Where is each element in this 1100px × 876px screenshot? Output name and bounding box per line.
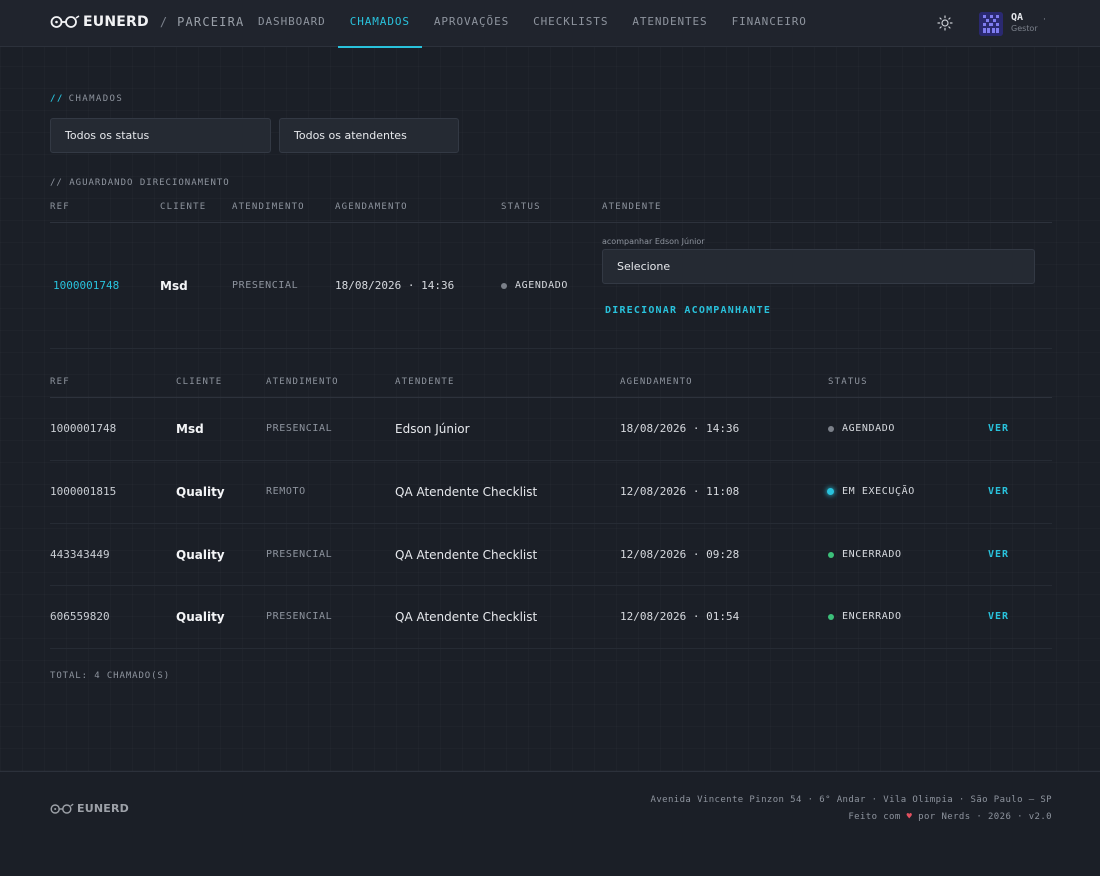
row-cliente: Quality <box>176 610 225 624</box>
col-atendimento: ATENDIMENTO <box>266 377 339 387</box>
row-status-text: ENCERRADO <box>842 549 902 560</box>
row-atendente: QA Atendente Checklist <box>395 485 538 499</box>
row-atendente: QA Atendente Checklist <box>395 548 538 562</box>
brand-subtitle: PARCEIRA <box>177 15 245 29</box>
pending-col-cliente: CLIENTE <box>160 202 207 212</box>
status-badge: ENCERRADO <box>828 611 902 622</box>
pending-section-title: // AGUARDANDO DIRECIONAMENTO <box>50 178 230 188</box>
status-dot-icon <box>827 488 834 495</box>
col-atendente: ATENDENTE <box>395 377 455 387</box>
ver-button[interactable]: VER <box>988 549 1009 560</box>
pending-status-badge: AGENDADO <box>501 280 568 291</box>
pending-status-text: AGENDADO <box>515 280 568 291</box>
status-badge: AGENDADO <box>828 423 895 434</box>
row-atendimento: REMOTO <box>266 486 306 497</box>
nav-financeiro[interactable]: FINANCEIRO <box>720 0 819 47</box>
heart-icon: ♥ <box>906 812 913 822</box>
brand[interactable]: EUNERD / PARCEIRA <box>50 14 244 30</box>
user-role: Gestor <box>1011 24 1038 33</box>
pending-col-atendimento: ATENDIMENTO <box>232 202 305 212</box>
divider <box>50 523 1052 524</box>
ver-button[interactable]: VER <box>988 611 1009 622</box>
row-agendamento: 12/08/2026 · 09:28 <box>620 548 740 561</box>
avatar[interactable] <box>979 12 1003 36</box>
pending-atendimento: PRESENCIAL <box>232 280 299 291</box>
row-ref: 606559820 <box>50 610 110 623</box>
divider <box>50 397 1052 398</box>
status-badge: EM EXECUÇÃO <box>827 486 915 497</box>
section-prefix: // <box>50 94 64 104</box>
col-status: STATUS <box>828 377 868 387</box>
status-dot-icon <box>828 551 834 558</box>
row-cliente: Quality <box>176 485 225 499</box>
divider <box>50 648 1052 649</box>
nav-checklists[interactable]: CHECKLISTS <box>521 0 620 47</box>
row-agendamento: 18/08/2026 · 14:36 <box>620 422 740 435</box>
footer-credits: Feito com ♥ por Nerds · 2026 · v2.0 <box>848 812 1052 822</box>
row-status-text: AGENDADO <box>842 423 895 434</box>
footer: EUNERD Avenida Vincente Pinzon 54 · 6° A… <box>0 771 1100 876</box>
pending-agendamento: 18/08/2026 · 14:36 <box>335 279 455 292</box>
row-atendente: QA Atendente Checklist <box>395 610 538 624</box>
pending-col-agendamento: AGENDAMENTO <box>335 202 408 212</box>
col-cliente: CLIENTE <box>176 377 223 387</box>
main-nav: DASHBOARD CHAMADOS APROVAÇÕES CHECKLISTS… <box>246 0 819 48</box>
row-ref: 1000001815 <box>50 485 117 498</box>
row-status-text: ENCERRADO <box>842 611 902 622</box>
eunerd-logo-icon <box>50 803 74 815</box>
section-title-text: CHAMADOS <box>68 94 124 104</box>
row-atendimento: PRESENCIAL <box>266 611 333 622</box>
eunerd-logo-icon <box>50 15 80 29</box>
pending-col-atendente: ATENDENTE <box>602 202 662 212</box>
col-agendamento: AGENDAMENTO <box>620 377 693 387</box>
divider <box>50 585 1052 586</box>
divider <box>50 222 1052 223</box>
footer-address: Avenida Vincente Pinzon 54 · 6° Andar · … <box>650 795 1052 805</box>
row-ref: 1000001748 <box>50 422 117 435</box>
row-agendamento: 12/08/2026 · 01:54 <box>620 610 740 623</box>
ver-button[interactable]: VER <box>988 423 1009 434</box>
sun-icon[interactable] <box>937 15 953 31</box>
brand-name: EUNERD <box>83 14 149 30</box>
pending-col-ref: REF <box>50 202 70 212</box>
status-filter-select[interactable]: Todos os status <box>50 118 271 153</box>
nav-aprovacoes[interactable]: APROVAÇÕES <box>422 0 521 47</box>
pending-cliente: Msd <box>160 279 188 293</box>
row-ref: 443343449 <box>50 548 110 561</box>
row-atendimento: PRESENCIAL <box>266 423 333 434</box>
direcionar-acompanhante-button[interactable]: DIRECIONAR ACOMPANHANTE <box>605 305 771 316</box>
row-atendimento: PRESENCIAL <box>266 549 333 560</box>
page-title: // CHAMADOS <box>50 94 123 104</box>
footer-brand-name: EUNERD <box>77 802 129 815</box>
row-atendente: Edson Júnior <box>395 422 470 436</box>
status-dot-icon <box>501 282 507 289</box>
pending-col-status: STATUS <box>501 202 541 212</box>
total-count: TOTAL: 4 CHAMADO(S) <box>50 671 171 681</box>
row-cliente: Quality <box>176 548 225 562</box>
chevron-down-icon[interactable]: · <box>1043 15 1046 25</box>
user-name[interactable]: QA <box>1011 12 1023 23</box>
nav-dashboard[interactable]: DASHBOARD <box>246 0 338 47</box>
status-badge: ENCERRADO <box>828 549 902 560</box>
status-dot-icon <box>828 425 834 432</box>
brand-separator: / <box>159 15 169 29</box>
status-dot-icon <box>828 613 834 620</box>
top-navbar: EUNERD / PARCEIRA DASHBOARD CHAMADOS APR… <box>0 0 1100 48</box>
pending-ref-link[interactable]: 1000001748 <box>53 279 119 292</box>
acompanhar-label: acompanhar Edson Júnior <box>602 237 705 246</box>
col-ref: REF <box>50 377 70 387</box>
ver-button[interactable]: VER <box>988 486 1009 497</box>
footer-made-suffix: por Nerds · 2026 · v2.0 <box>918 812 1052 822</box>
divider <box>50 348 1052 349</box>
nav-chamados[interactable]: CHAMADOS <box>337 0 423 48</box>
footer-brand: EUNERD <box>50 802 129 815</box>
row-agendamento: 12/08/2026 · 11:08 <box>620 485 740 498</box>
row-cliente: Msd <box>176 422 204 436</box>
footer-made-prefix: Feito com <box>848 812 901 822</box>
nav-atendentes[interactable]: ATENDENTES <box>620 0 719 47</box>
acompanhante-select[interactable]: Selecione <box>602 249 1035 284</box>
row-status-text: EM EXECUÇÃO <box>842 486 915 497</box>
divider <box>50 460 1052 461</box>
atendente-filter-select[interactable]: Todos os atendentes <box>279 118 459 153</box>
